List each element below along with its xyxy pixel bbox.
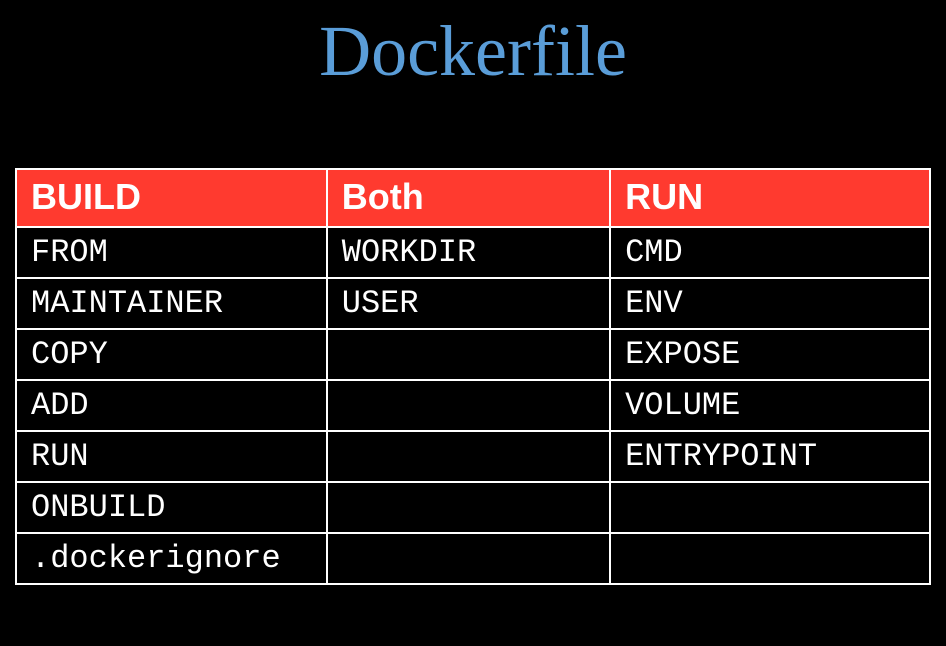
header-both: Both [327,169,610,227]
cell-build: FROM [16,227,327,278]
header-run: RUN [610,169,930,227]
cell-build: COPY [16,329,327,380]
table-row: RUN ENTRYPOINT [16,431,930,482]
cell-run: VOLUME [610,380,930,431]
cell-build: ADD [16,380,327,431]
table-row: MAINTAINER USER ENV [16,278,930,329]
table-row: ONBUILD [16,482,930,533]
cell-run: ENTRYPOINT [610,431,930,482]
cell-run: CMD [610,227,930,278]
cell-both [327,533,610,584]
table-row: .dockerignore [16,533,930,584]
dockerfile-instructions-table: BUILD Both RUN FROM WORKDIR CMD MAINTAIN… [15,168,931,585]
table-row: COPY EXPOSE [16,329,930,380]
cell-both [327,380,610,431]
cell-both [327,431,610,482]
cell-both [327,329,610,380]
cell-both: USER [327,278,610,329]
cell-run [610,482,930,533]
table-header-row: BUILD Both RUN [16,169,930,227]
table-row: ADD VOLUME [16,380,930,431]
table-row: FROM WORKDIR CMD [16,227,930,278]
cell-both: WORKDIR [327,227,610,278]
cell-build: RUN [16,431,327,482]
cell-build: MAINTAINER [16,278,327,329]
cell-run: EXPOSE [610,329,930,380]
table-container: BUILD Both RUN FROM WORKDIR CMD MAINTAIN… [15,168,931,585]
cell-build: ONBUILD [16,482,327,533]
header-build: BUILD [16,169,327,227]
cell-build: .dockerignore [16,533,327,584]
cell-run [610,533,930,584]
page-title: Dockerfile [0,0,946,93]
cell-run: ENV [610,278,930,329]
cell-both [327,482,610,533]
